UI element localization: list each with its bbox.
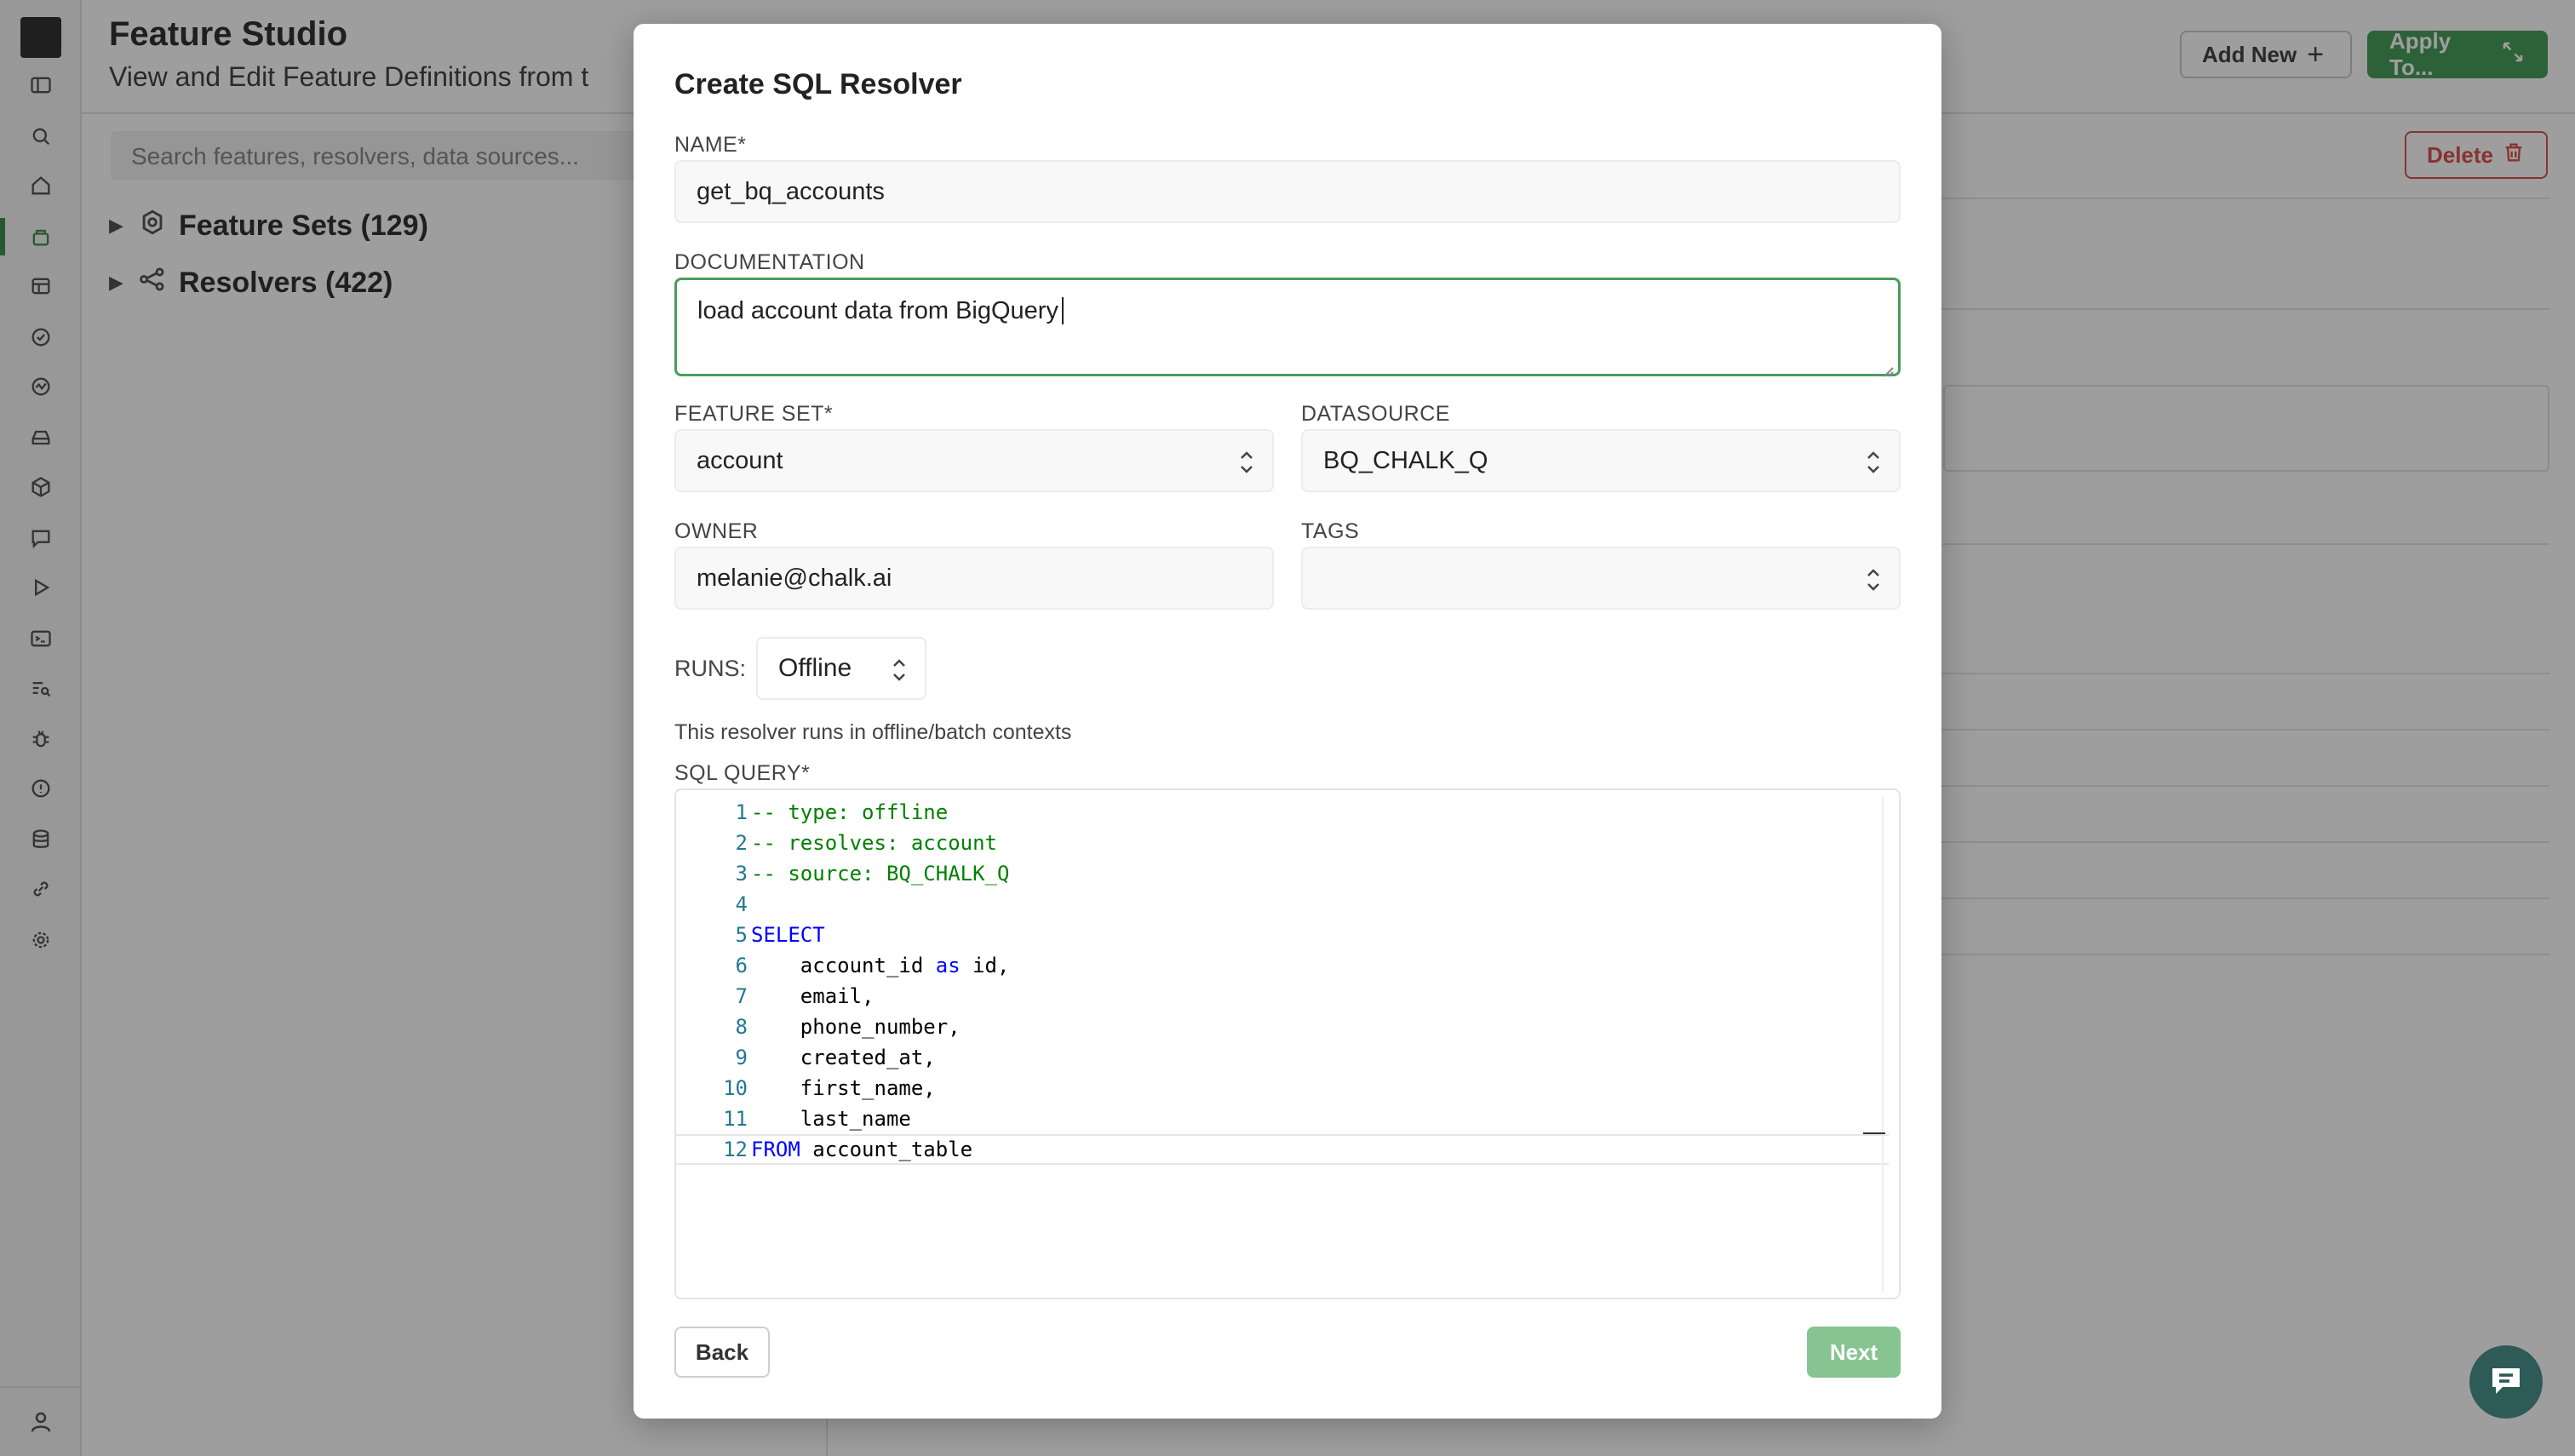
code-line[interactable]: 12 FROM account_table [676,1134,1889,1165]
dialog-title: Create SQL Resolver [674,68,962,100]
code-line[interactable]: 8 phone_number, [676,1012,961,1042]
line-number: 2 [735,831,748,855]
code-line[interactable]: 9 created_at, [676,1042,936,1073]
owner-input[interactable]: melanie@chalk.ai [674,547,1274,610]
sql-code-editor[interactable]: 1 -- type: offline 2 -- resolves: account 3-… [674,788,1901,1299]
code-token: -- resolves: account [751,831,997,855]
code-token: as [935,954,961,977]
code-line[interactable]: 11 last_name [676,1103,911,1134]
resize-grip-icon[interactable] [1881,357,1895,377]
line-number: 5 [735,923,748,947]
owner-label: OWNER [674,519,759,543]
datasource-value: BQ_CHALK_Q [1323,446,1488,474]
code-token: created_at, [751,1046,936,1069]
tags-select[interactable] [1301,547,1901,610]
line-number: 1 [735,800,748,824]
text-cursor [1061,297,1064,324]
code-line[interactable]: 2 -- resolves: account [676,828,997,858]
editor-scrollbar[interactable] [1882,797,1884,1293]
runs-value: Offline [778,654,852,682]
line-number: 10 [723,1076,748,1100]
line-number: 6 [735,954,748,977]
runs-help-text: This resolver runs in offline/batch cont… [674,720,1072,744]
select-chevron-icon [1236,448,1257,477]
line-number: 7 [735,984,748,1008]
create-sql-resolver-dialog: Create SQL Resolver NAME* get_bq_account… [634,24,1941,1419]
datasource-label: DATASOURCE [1301,402,1450,426]
select-chevron-icon [1863,448,1884,477]
name-label: NAME* [674,133,747,157]
code-token: FROM [751,1138,800,1161]
code-token: id, [960,954,1010,977]
code-line[interactable]: 4 [676,889,751,920]
code-line[interactable]: 10 first_name, [676,1073,936,1103]
code-line[interactable]: 1 -- type: offline [676,797,949,828]
feature-set-value: account [697,446,783,474]
code-token: account_table [800,1138,973,1161]
code-token: last_name [751,1107,911,1131]
select-chevron-icon [1863,565,1884,594]
sql-query-label: SQL QUERY* [674,761,811,785]
name-value: get_bq_accounts [697,177,885,205]
code-line[interactable]: 5 SELECT [676,920,825,950]
runs-select[interactable]: Offline [756,637,926,700]
runs-label: RUNS: [674,656,747,681]
chat-icon [2486,1360,2526,1405]
code-token: phone_number, [751,1015,961,1039]
code-line[interactable]: 6 account_id as id, [676,950,1010,981]
chat-support-button[interactable] [2469,1345,2543,1419]
code-token: -- source: BQ_CHALK_Q [751,862,1010,886]
line-number: 9 [735,1046,748,1069]
line-number: 4 [735,892,748,916]
datasource-select[interactable]: BQ_CHALK_Q [1301,429,1901,492]
line-number: 12 [723,1138,748,1161]
select-chevron-icon [889,656,909,685]
code-line[interactable]: 3 -- source: BQ_CHALK_Q [676,858,1010,889]
feature-set-select[interactable]: account [674,429,1274,492]
feature-set-label: FEATURE SET* [674,402,834,426]
next-button[interactable]: Next [1807,1327,1901,1378]
code-token: account_id [751,954,936,977]
owner-value: melanie@chalk.ai [697,564,892,592]
code-token: email, [751,984,875,1008]
back-button[interactable]: Back [674,1327,770,1378]
line-number: 8 [735,1015,748,1039]
code-token: SELECT [751,923,825,947]
code-line[interactable]: 7 email, [676,981,875,1012]
line-number: 3 [735,862,748,886]
documentation-value: load account data from BigQuery [697,297,1058,324]
documentation-label: DOCUMENTATION [674,250,865,274]
code-token: first_name, [751,1076,936,1100]
code-token: -- type: offline [751,800,949,824]
documentation-textarea[interactable]: load account data from BigQuery [674,278,1901,377]
tags-label: TAGS [1301,519,1360,543]
line-number: 11 [723,1107,748,1131]
name-input[interactable]: get_bq_accounts [674,160,1901,223]
